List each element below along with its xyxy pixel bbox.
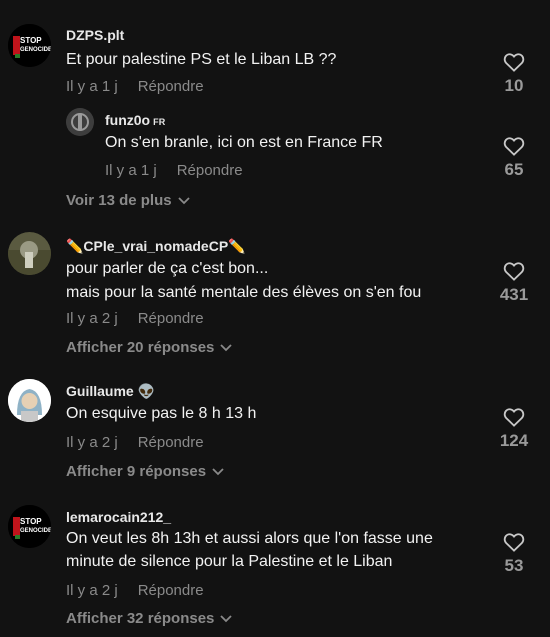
show-replies-button[interactable]: Afficher 20 réponses xyxy=(66,339,233,356)
avatar-text-stop: STOP xyxy=(20,36,42,45)
comment-text-line: mais pour la santé mentale des élèves on… xyxy=(66,284,422,301)
avatar[interactable]: STOP GENOCIDE xyxy=(8,505,51,548)
country-flag: FR xyxy=(153,117,166,127)
avatar-text-genocide: GENOCIDE xyxy=(20,47,51,53)
comment: ✏️CPle_vrai_nomadeCP✏️ pour parler de ça… xyxy=(0,215,550,365)
comment: STOP GENOCIDE DZPS.plt Et pour palestine… xyxy=(0,0,550,215)
username[interactable]: Guillaume 👽 xyxy=(66,383,155,400)
like-count: 124 xyxy=(499,431,529,450)
like-count: 431 xyxy=(499,285,529,304)
show-replies-label[interactable]: Afficher 32 réponses xyxy=(66,610,214,627)
like-button[interactable]: 65 xyxy=(489,136,539,180)
comment-meta: Il y a 2 j Répondre xyxy=(66,434,204,451)
comment-meta: Il y a 1 j Répondre xyxy=(66,78,204,95)
comment-text-line: On veut les 8h 13h et aussi alors que l'… xyxy=(66,530,433,547)
avatar-text-stop: STOP xyxy=(20,517,42,526)
comment: STOP GENOCIDE lemarocain212_ On veut les… xyxy=(0,495,550,637)
comment-meta: Il y a 2 j Répondre xyxy=(66,582,204,599)
heart-icon xyxy=(503,53,525,72)
reply-text: On s'en branle, ici on est en France FR xyxy=(105,134,383,151)
heart-icon xyxy=(503,408,525,427)
show-replies-button[interactable]: Afficher 32 réponses xyxy=(66,610,233,627)
username[interactable]: DZPS.plt xyxy=(66,27,124,43)
like-button[interactable]: 431 xyxy=(489,261,539,305)
avatar[interactable] xyxy=(8,232,51,275)
timestamp: Il y a 1 j xyxy=(105,162,157,179)
chevron-down-icon xyxy=(220,344,233,352)
comment-text-line: minute de silence pour la Palestine et l… xyxy=(66,553,393,570)
view-more-button[interactable]: Voir 13 de plus xyxy=(66,192,190,209)
heart-icon xyxy=(503,262,525,281)
timestamp: Il y a 2 j xyxy=(66,582,118,599)
person-avatar-icon xyxy=(66,108,94,136)
like-button[interactable]: 53 xyxy=(489,532,539,576)
comment-text-line: pour parler de ça c'est bon... xyxy=(66,260,269,277)
avatar[interactable] xyxy=(8,379,51,422)
chevron-down-icon xyxy=(212,468,224,476)
username[interactable]: ✏️CPle_vrai_nomadeCP✏️ xyxy=(66,238,246,255)
reply-avatar[interactable] xyxy=(66,108,94,136)
comment-text: Et pour palestine PS et le Liban LB ?? xyxy=(66,51,337,68)
comment-meta: Il y a 2 j Répondre xyxy=(66,310,204,327)
username[interactable]: lemarocain212_ xyxy=(66,509,171,525)
like-count: 53 xyxy=(504,556,524,575)
avatar[interactable]: STOP GENOCIDE xyxy=(8,24,51,67)
landscape-avatar-icon xyxy=(8,232,51,275)
show-replies-label[interactable]: Afficher 20 réponses xyxy=(66,339,214,356)
comment-text: On esquive pas le 8 h 13 h xyxy=(66,405,257,422)
timestamp: Il y a 1 j xyxy=(66,78,118,95)
timestamp: Il y a 2 j xyxy=(66,434,118,451)
chevron-down-icon xyxy=(177,197,190,205)
timestamp: Il y a 2 j xyxy=(66,310,118,327)
like-button[interactable]: 10 xyxy=(489,52,539,96)
heart-icon xyxy=(503,137,525,156)
like-count: 65 xyxy=(504,160,524,179)
reply-username-text[interactable]: funz0o xyxy=(105,112,150,128)
like-count: 10 xyxy=(504,76,524,95)
reply-button[interactable]: Répondre xyxy=(138,78,204,95)
avatar-text-genocide: GENOCIDE xyxy=(20,528,51,534)
chevron-down-icon xyxy=(220,615,233,623)
show-replies-button[interactable]: Afficher 9 réponses xyxy=(66,463,224,480)
comment: Guillaume 👽 On esquive pas le 8 h 13 h I… xyxy=(0,365,550,495)
reply-meta: Il y a 1 j Répondre xyxy=(105,162,243,179)
heart-icon xyxy=(503,533,525,552)
reply-username[interactable]: funz0o FR xyxy=(105,112,166,128)
reply-button[interactable]: Répondre xyxy=(138,434,204,451)
reply-button[interactable]: Répondre xyxy=(138,310,204,327)
show-replies-label[interactable]: Afficher 9 réponses xyxy=(66,463,206,480)
like-button[interactable]: 124 xyxy=(489,407,539,451)
cartoon-avatar-icon xyxy=(8,379,51,422)
view-more-label[interactable]: Voir 13 de plus xyxy=(66,192,172,209)
reply-button[interactable]: Répondre xyxy=(138,582,204,599)
reply-button[interactable]: Répondre xyxy=(177,162,243,179)
